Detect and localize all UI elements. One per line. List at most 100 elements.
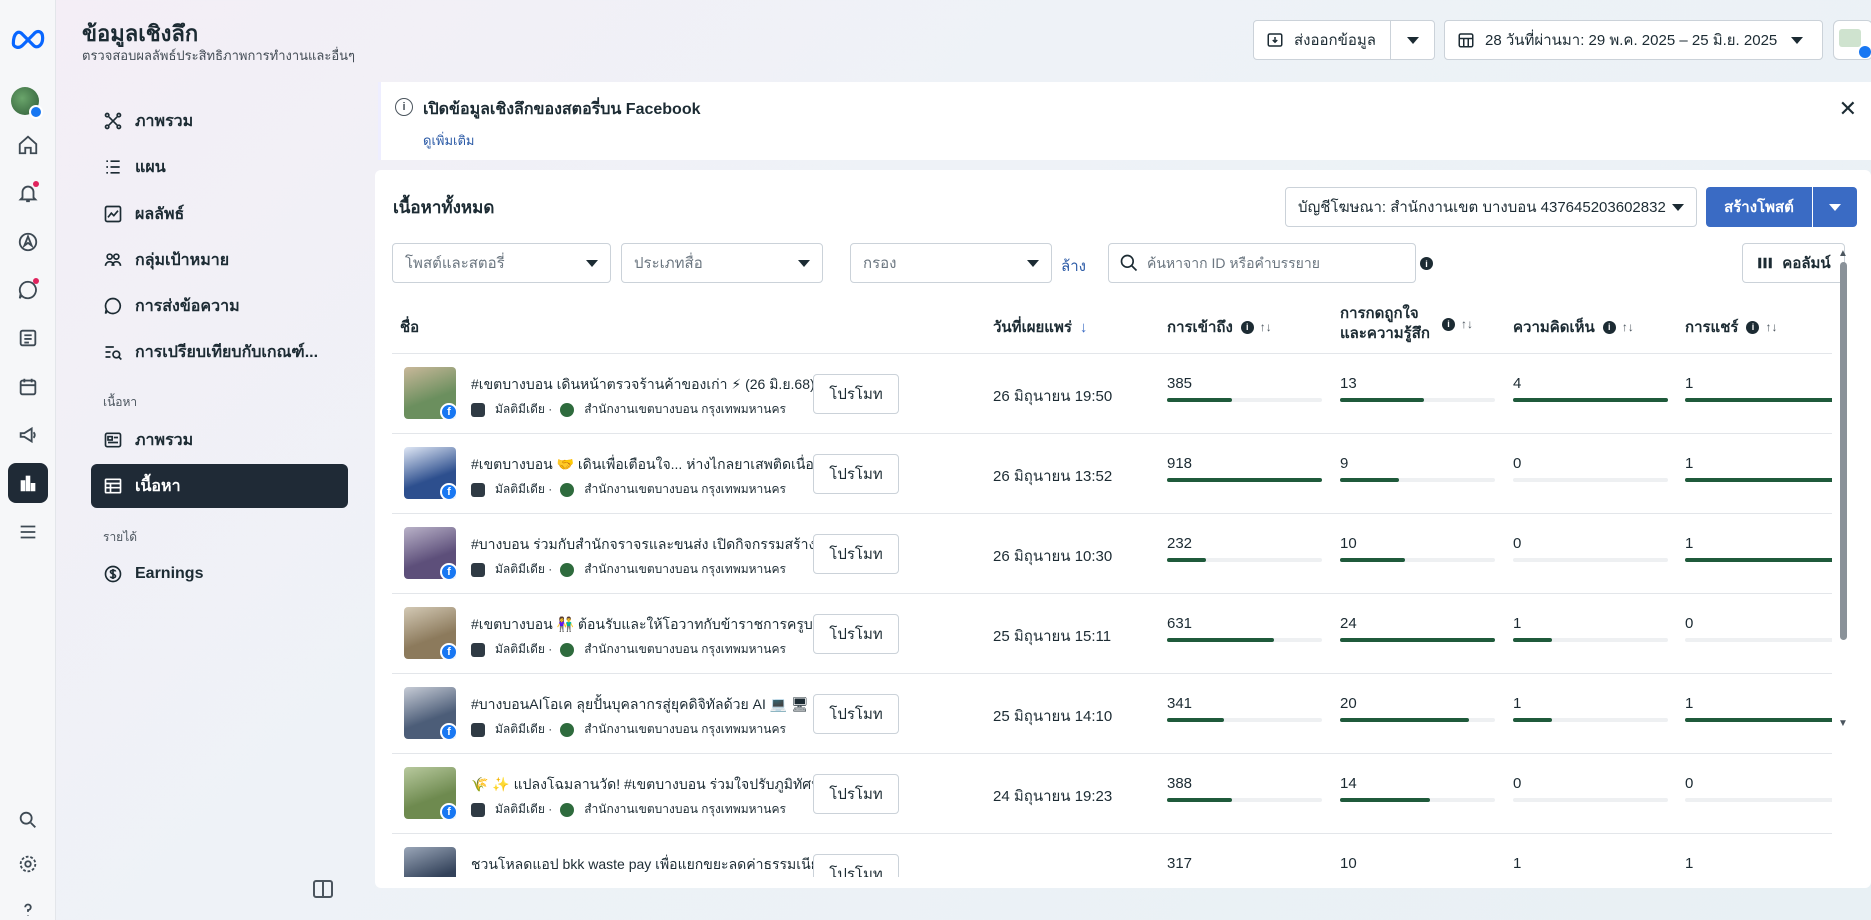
search-icon[interactable] [8, 800, 48, 840]
meta-logo-icon[interactable] [8, 18, 48, 58]
filter-dropdown[interactable]: กรอง [850, 243, 1052, 283]
help-icon[interactable] [8, 890, 48, 920]
promote-button[interactable]: โปรโมท [813, 454, 899, 494]
media-type-filter[interactable]: ประเภทสื่อ [621, 243, 823, 283]
nav-results[interactable]: ผลลัพธ์ [91, 192, 348, 236]
nav-audience[interactable]: กลุ่มเป้าหมาย [91, 238, 348, 282]
promote-button[interactable]: โปรโมท [813, 854, 899, 877]
column-header-comments[interactable]: ความคิดเห็น i ↑↓ [1513, 315, 1634, 339]
post-thumbnail[interactable]: f [404, 367, 456, 419]
nav-content[interactable]: เนื้อหา [91, 464, 348, 508]
scroll-down-arrow[interactable]: ▼ [1837, 718, 1849, 729]
nav-label: การเปรียบเทียบกับเกณฑ์... [135, 343, 319, 361]
nav-plan[interactable]: แผน [91, 145, 348, 189]
create-post-button[interactable]: สร้างโพสต์ [1706, 187, 1812, 227]
date-range-picker[interactable]: 28 วันที่ผ่านมา: 29 พ.ค. 2025 – 25 มิ.ย.… [1444, 20, 1823, 60]
metric-value: 0 [1513, 535, 1522, 552]
column-header-reach[interactable]: การเข้าถึง i ↑↓ [1167, 315, 1272, 339]
metric-value: 10 [1340, 855, 1357, 872]
scrollbar-thumb[interactable] [1840, 262, 1847, 640]
calendar-icon [1458, 33, 1474, 48]
columns-button[interactable]: คอลัมน์ [1742, 243, 1845, 283]
post-thumbnail[interactable]: f [404, 687, 456, 739]
post-title[interactable]: 🌾 ✨ แปลงโฉมลานวัด! #เขตบางบอน ร่วมใจปรับ… [471, 774, 861, 796]
collapse-sidebar-icon[interactable] [313, 880, 333, 898]
page-profile-thumbnail[interactable] [1833, 20, 1871, 60]
table-row[interactable]: f 🌾 ✨ แปลงโฉมลานวัด! #เขตบางบอน ร่วมใจปรั… [392, 754, 1832, 834]
facebook-icon: f [440, 483, 456, 499]
nav-content-overview[interactable]: ภาพรวม [91, 418, 348, 462]
post-thumbnail[interactable]: f [404, 847, 456, 877]
table-row[interactable]: f ชวนโหลดแอป bkk waste pay เพื่อแยกขยะลดค… [392, 834, 1832, 877]
post-title[interactable]: #บางบอน ร่วมกับสำนักจราจรและขนส่ง เปิดกิ… [471, 534, 861, 556]
menu-icon[interactable] [8, 512, 48, 552]
facebook-icon: f [440, 403, 456, 419]
content-library-icon[interactable] [8, 318, 48, 358]
metric-value: 388 [1167, 775, 1193, 792]
metric-bar-track [1340, 398, 1495, 402]
megaphone-icon[interactable] [8, 415, 48, 455]
promote-button[interactable]: โปรโมท [813, 374, 899, 414]
metric-reach: 341 [1167, 695, 1322, 722]
account-avatar[interactable] [11, 87, 43, 119]
promote-button[interactable]: โปรโมท [813, 694, 899, 734]
post-title[interactable]: ชวนโหลดแอป bkk waste pay เพื่อแยกขยะลดค่… [471, 854, 861, 876]
search-input[interactable] [1147, 255, 1397, 271]
post-title[interactable]: #เขตบางบอน 🤝 เดินเพื่อเตือนใจ... ห่างไกล… [471, 454, 861, 476]
column-header-reactions[interactable]: การกดถูกใจ และความรู้สึก i ↑↓ [1340, 304, 1473, 344]
metric-comments: 0 [1513, 535, 1668, 562]
table-row[interactable]: f #บางบอนAIโอเค ลุยปั้นบุคลากรสู่ยุคดิจิท… [392, 674, 1832, 754]
promote-button[interactable]: โปรโมท [813, 534, 899, 574]
export-button[interactable]: ส่งออกข้อมูล [1253, 20, 1391, 60]
column-header-name[interactable]: ชื่อ [400, 315, 419, 339]
ads-compass-icon[interactable] [8, 222, 48, 262]
calendar-icon[interactable] [8, 367, 48, 407]
scroll-up-arrow[interactable]: ▲ [1837, 248, 1849, 259]
metric-reactions: 14 [1340, 775, 1495, 802]
search-info-icon[interactable]: i [1420, 257, 1433, 270]
metric-reactions: 10 [1340, 535, 1495, 562]
insights-icon[interactable] [8, 463, 48, 503]
metric-value: 1 [1685, 695, 1694, 712]
page-name: สำนักงานเขตบางบอน กรุงเทพมหานคร [584, 402, 786, 416]
table-row[interactable]: f #เขตบางบอน 🤝 เดินเพื่อเตือนใจ... ห่างไก… [392, 434, 1832, 514]
promote-button[interactable]: โปรโมท [813, 614, 899, 654]
promote-button[interactable]: โปรโมท [813, 774, 899, 814]
post-thumbnail[interactable]: f [404, 527, 456, 579]
column-header-date[interactable]: วันที่เผยแพร่ ↓ [993, 315, 1087, 339]
post-type-filter[interactable]: โพสต์และสตอรี่ [392, 243, 611, 283]
create-post-options-button[interactable] [1813, 187, 1857, 227]
nav-benchmark[interactable]: การเปรียบเทียบกับเกณฑ์... [91, 330, 348, 374]
learn-more-link[interactable]: ดูเพิ่มเติม [423, 130, 474, 151]
page-name: สำนักงานเขตบางบอน กรุงเทพมหานคร [584, 482, 786, 496]
gear-icon[interactable] [8, 844, 48, 884]
nav-earnings[interactable]: Earnings [91, 552, 348, 596]
post-thumbnail[interactable]: f [404, 447, 456, 499]
messages-icon[interactable] [8, 270, 48, 310]
metric-bar-fill [1340, 478, 1399, 482]
ad-account-select[interactable]: บัญชีโฆษณา: สำนักงานเขต บางบอน 437645203… [1285, 187, 1697, 227]
post-title[interactable]: #เขตบางบอน 👫 ต้อนรับและให้โอวาทกับข้าราช… [471, 614, 861, 636]
post-title[interactable]: #เขตบางบอน เดินหน้าตรวจร้านค้าของเก่า ⚡ … [471, 374, 861, 396]
column-header-shares[interactable]: การแชร์ i ↑↓ [1685, 315, 1777, 339]
export-options-button[interactable] [1390, 20, 1435, 60]
metric-value: 24 [1340, 615, 1357, 632]
header-label: ชื่อ [400, 319, 420, 336]
post-thumbnail[interactable]: f [404, 767, 456, 819]
table-row[interactable]: f #เขตบางบอน 👫 ต้อนรับและให้โอวาทกับข้ารา… [392, 594, 1832, 674]
close-icon[interactable]: ✕ [1839, 96, 1857, 122]
metric-comments: 1 [1513, 615, 1668, 642]
nav-messaging[interactable]: การส่งข้อความ [91, 284, 348, 328]
home-icon[interactable] [8, 125, 48, 165]
table-row[interactable]: f #เขตบางบอน เดินหน้าตรวจร้านค้าของเก่า ⚡… [392, 354, 1832, 434]
bell-icon[interactable] [8, 173, 48, 213]
publish-date: 26 มิถุนายน 10:30 [993, 548, 1113, 565]
clear-filters-link[interactable]: ล้าง [1061, 254, 1086, 278]
metric-comments: 1 [1513, 695, 1668, 722]
metric-value: 14 [1340, 775, 1357, 792]
nav-overview[interactable]: ภาพรวม [91, 99, 348, 143]
post-title[interactable]: #บางบอนAIโอเค ลุยปั้นบุคลากรสู่ยุคดิจิทั… [471, 694, 861, 716]
table-row[interactable]: f #บางบอน ร่วมกับสำนักจราจรและขนส่ง เปิดก… [392, 514, 1832, 594]
post-thumbnail[interactable]: f [404, 607, 456, 659]
metric-bar-fill [1167, 478, 1322, 482]
